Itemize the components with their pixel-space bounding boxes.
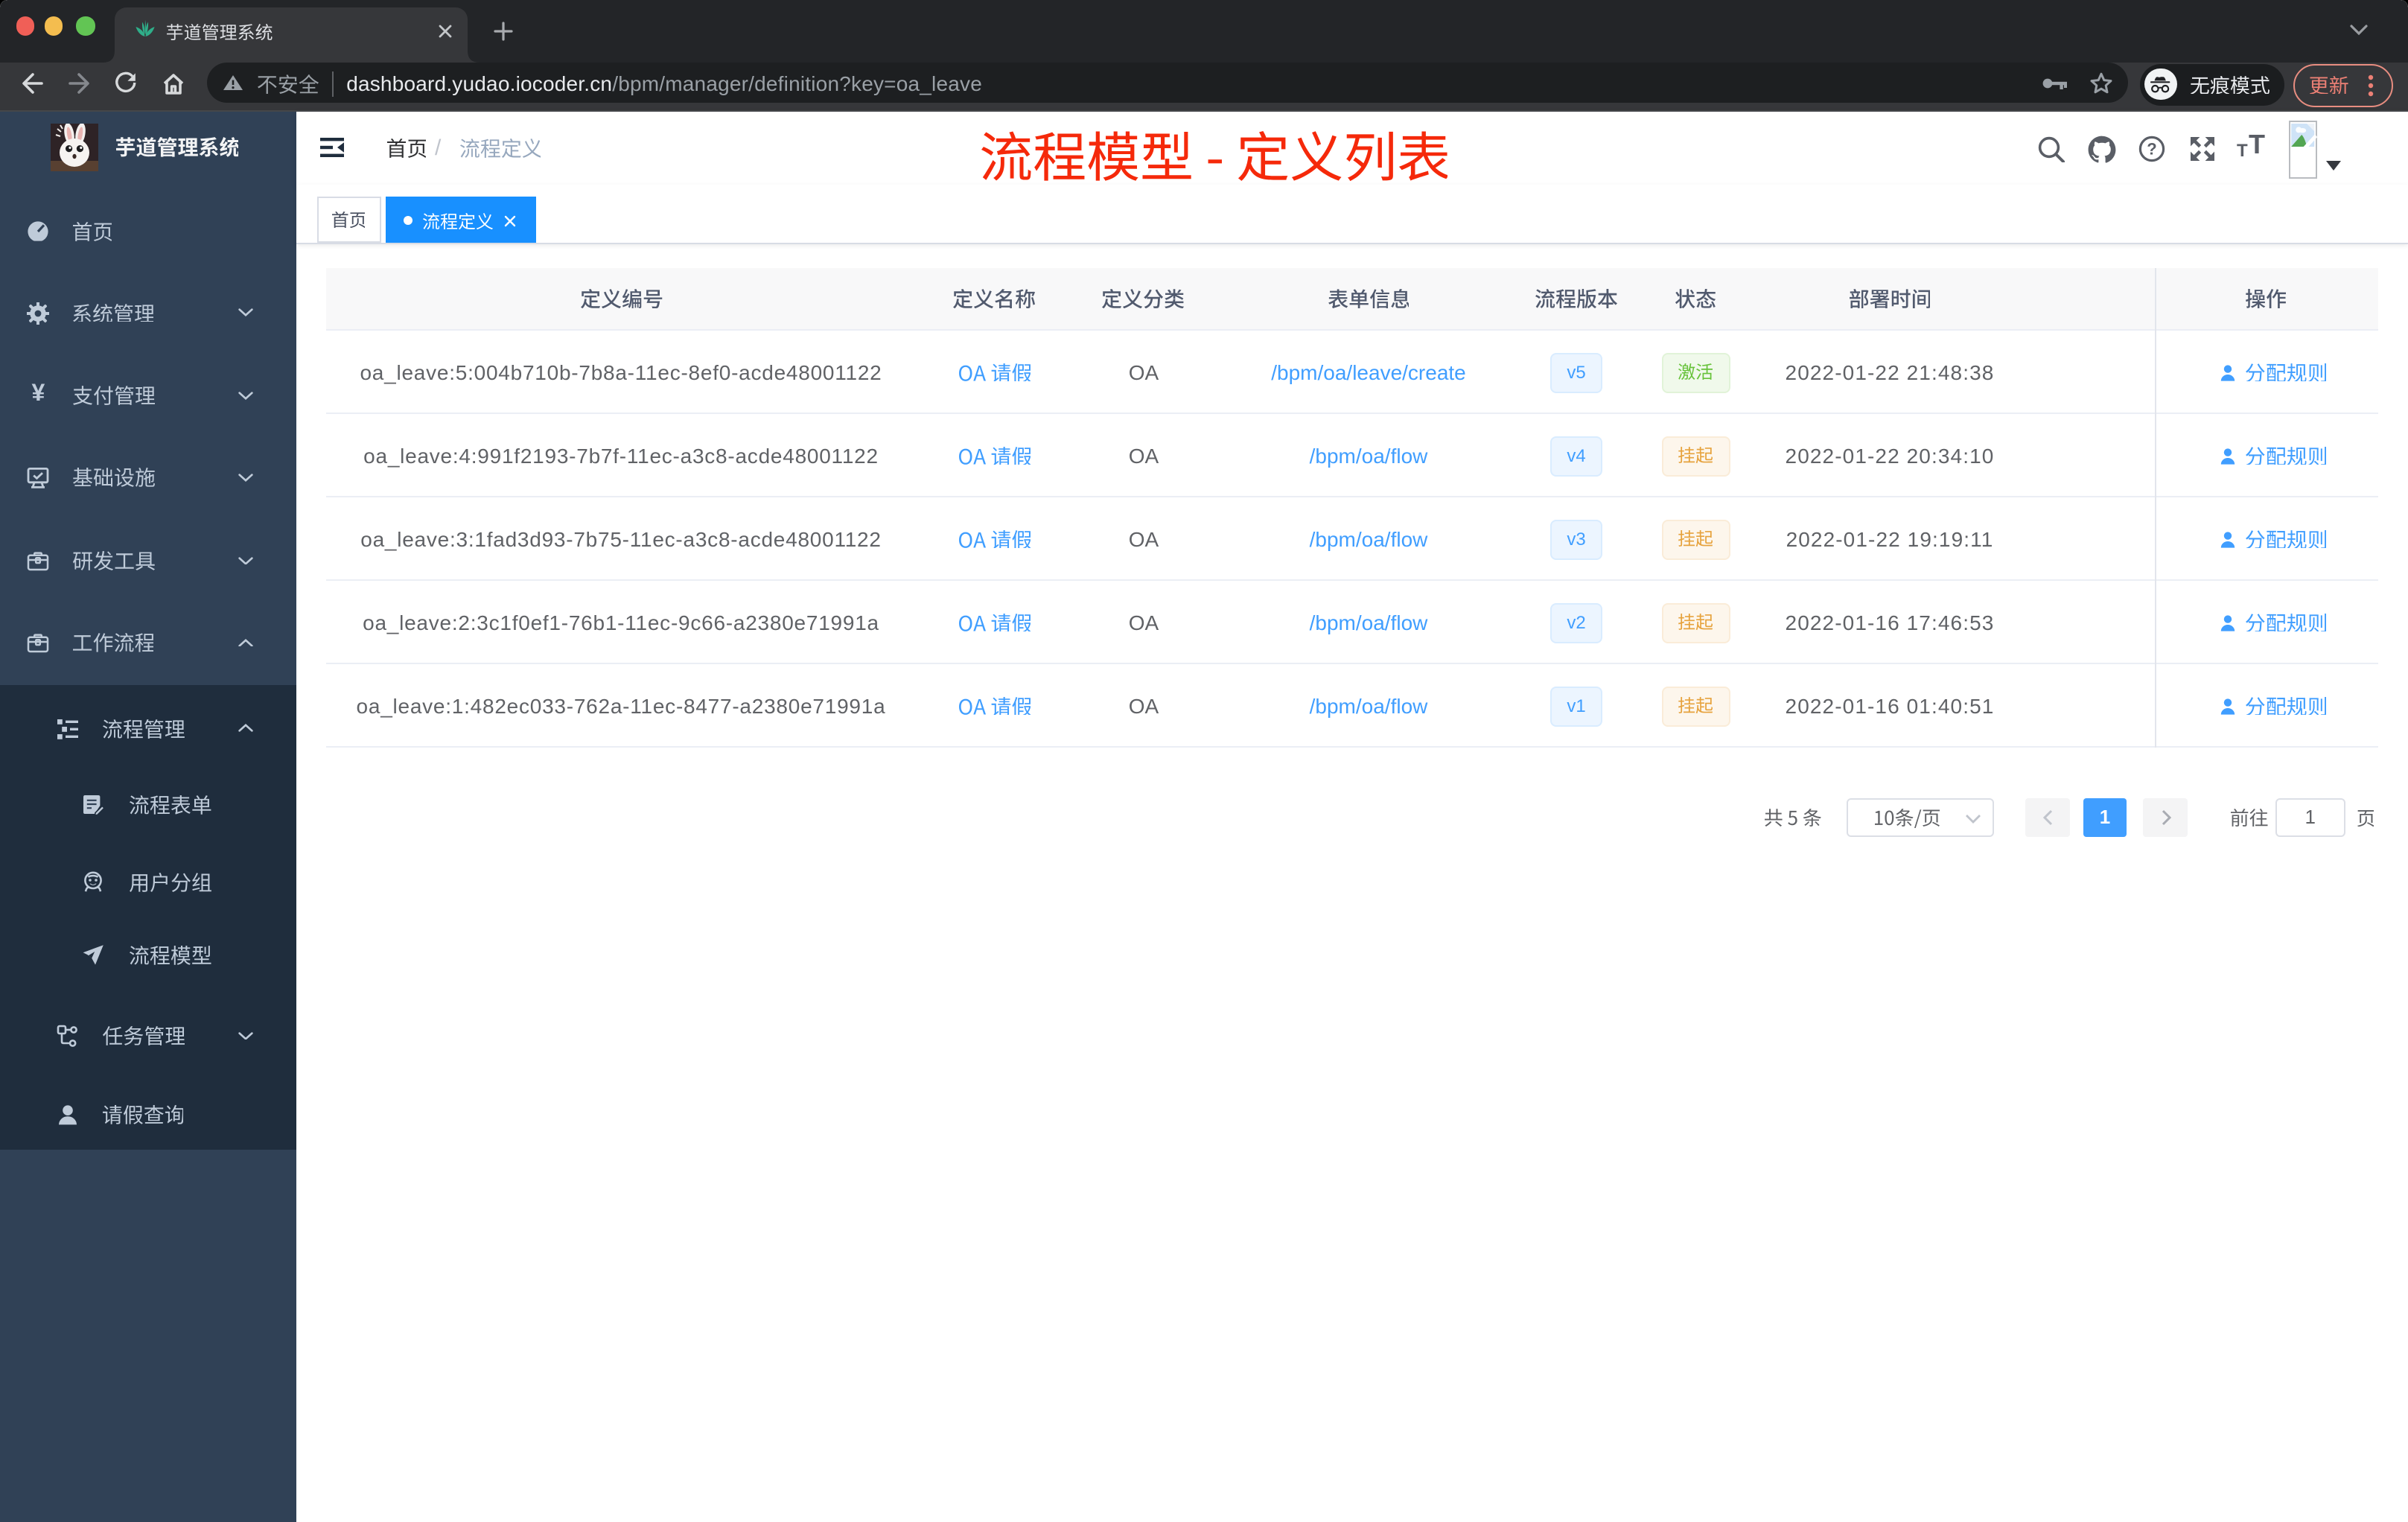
svg-text:?: ? [2147,140,2156,159]
